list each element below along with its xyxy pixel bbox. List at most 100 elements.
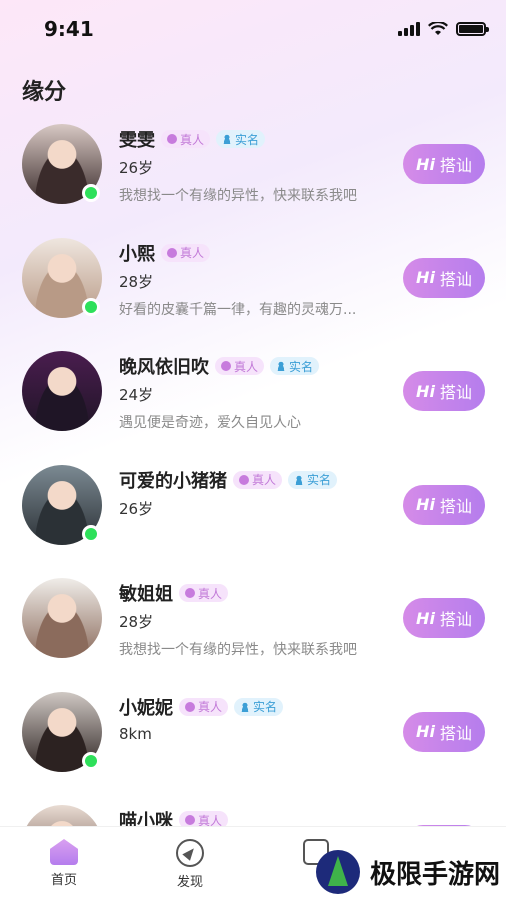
user-name: 雯雯 — [119, 130, 155, 151]
real-person-badge: 真人 — [161, 243, 211, 262]
real-badge-label: 真人 — [180, 132, 205, 147]
greet-button[interactable]: Hi搭讪 — [403, 257, 485, 298]
verified-shield-icon — [185, 815, 195, 825]
hi-label: Hi — [416, 381, 435, 401]
status-time: 9:41 — [44, 17, 94, 41]
real-person-badge: 真人 — [161, 130, 211, 148]
greet-label: 搭讪 — [439, 269, 472, 289]
user-bio: 我想找一个有缘的异性，快来联系我吧 — [119, 188, 357, 204]
hi-label: Hi — [416, 154, 435, 174]
user-age: 28岁 — [119, 613, 154, 631]
tab-home[interactable]: 首页 — [34, 839, 94, 888]
real-name-badge: 实名 — [288, 470, 338, 489]
name-row: 小妮妮 真人 实名 — [119, 694, 284, 720]
real-badge-label: 真人 — [180, 246, 205, 260]
verified-badge-label: 实名 — [235, 132, 260, 147]
user-name: 小妮妮 — [119, 697, 173, 719]
name-row: 敏姐姐 真人 — [119, 580, 229, 606]
greet-label: 搭讪 — [439, 610, 472, 629]
verified-shield-icon — [185, 588, 195, 598]
compass-icon — [176, 839, 204, 867]
real-badge-label: 真人 — [198, 586, 223, 601]
avatar[interactable] — [22, 351, 102, 431]
hi-label: Hi — [416, 495, 435, 514]
list-item[interactable]: 晚风依旧吹 真人 实名 24岁遇见便是奇迹，爱久自见人心 Hi 搭讪 — [0, 347, 506, 461]
greet-button[interactable]: Hi搭讪 — [403, 144, 485, 184]
verified-shield-icon — [239, 474, 249, 485]
online-indicator — [82, 524, 100, 543]
name-row: 小熙 真人 — [119, 240, 211, 266]
tab-discover-label: 发现 — [176, 875, 203, 890]
name-row: 晚风依旧吹 真人 实名 — [119, 353, 320, 379]
list-item[interactable]: 敏姐姐 真人 28岁我想找一个有缘的异性，快来联系我吧 Hi 搭讪 — [0, 574, 506, 688]
greet-button[interactable]: Hi搭讪 — [403, 598, 485, 638]
person-icon — [276, 361, 287, 371]
user-bio: 遇见便是奇迹，爱久自见人心 — [119, 415, 301, 431]
verified-shield-icon — [167, 134, 177, 144]
tab-discover[interactable]: 发现 — [160, 839, 220, 890]
home-icon — [50, 839, 78, 865]
real-badge-label: 真人 — [198, 700, 223, 714]
system-icons — [398, 22, 489, 36]
list-item[interactable]: 小熙 真人 28岁好看的皮囊千篇一律，有趣的灵魂万... Hi 搭讪 — [0, 234, 506, 348]
greet-label: 搭讪 — [439, 496, 472, 516]
name-row: 雯雯 真人 实名 — [119, 126, 266, 152]
user-name: 敏姐姐 — [119, 584, 173, 605]
person-icon — [222, 134, 233, 144]
verified-shield-icon — [221, 361, 231, 371]
watermark: 极限手游网 — [316, 850, 505, 894]
page-title: 缘分 — [22, 80, 67, 105]
person-icon — [240, 701, 251, 712]
greet-label: 搭讪 — [439, 156, 472, 175]
real-person-badge: 真人 — [179, 697, 229, 716]
user-bio: 我想找一个有缘的异性，快来联系我吧 — [119, 642, 357, 658]
real-person-badge: 真人 — [215, 357, 265, 375]
real-person-badge: 真人 — [233, 470, 283, 489]
user-age: 26岁 — [119, 499, 154, 518]
name-row: 可爱的小猪猪 真人 实名 — [119, 467, 338, 493]
wifi-icon — [428, 22, 448, 35]
greet-label: 搭讪 — [439, 383, 472, 402]
user-bio: 好看的皮囊千篇一律，有趣的灵魂万... — [119, 301, 357, 318]
greet-button[interactable]: Hi搭讪 — [403, 371, 485, 411]
online-indicator — [82, 751, 100, 770]
watermark-text: 极限手游网 — [366, 853, 505, 891]
real-badge-label: 真人 — [252, 473, 277, 487]
user-age: 24岁 — [119, 386, 154, 404]
greet-label: 搭讪 — [439, 723, 472, 743]
status-bar: 9:41 — [0, 0, 506, 60]
avatar[interactable] — [22, 578, 102, 658]
list-item[interactable]: 可爱的小猪猪 真人 实名 26岁 Hi 搭讪 — [0, 461, 506, 575]
battery-icon — [456, 22, 489, 36]
list-item[interactable]: 雯雯 真人 实名 26岁我想找一个有缘的异性，快来联系我吧 Hi 搭讪 — [0, 120, 506, 234]
user-name: 可爱的小猪猪 — [119, 470, 227, 492]
verified-shield-icon — [167, 247, 177, 258]
online-indicator — [82, 297, 100, 316]
list-item[interactable]: 小妮妮 真人 实名 8km Hi 搭讪 — [0, 688, 506, 802]
real-name-badge: 实名 — [234, 697, 284, 716]
verified-badge-label: 实名 — [307, 473, 332, 487]
user-age: 26岁 — [119, 159, 154, 177]
real-name-badge: 实名 — [216, 130, 266, 148]
verified-badge-label: 实名 — [253, 700, 278, 714]
user-age: 28岁 — [119, 272, 154, 291]
hi-label: Hi — [416, 268, 435, 287]
online-indicator — [82, 184, 100, 202]
greet-button[interactable]: Hi搭讪 — [403, 484, 485, 525]
tab-home-label: 首页 — [50, 873, 77, 888]
user-list: 雯雯 真人 实名 26岁 我想找一个有缘的异性，快来联系我吧 Hi 搭讪 小熙 真人 28岁 好看的… — [0, 120, 506, 900]
person-icon — [294, 474, 305, 485]
greet-button[interactable]: Hi搭讪 — [403, 711, 485, 752]
watermark-logo-icon — [316, 850, 360, 894]
hi-label: Hi — [416, 722, 435, 741]
verified-badge-label: 实名 — [289, 359, 314, 374]
user-name: 小熙 — [119, 243, 155, 265]
user-name: 晚风依旧吹 — [119, 357, 209, 378]
user-age: 8km — [119, 724, 152, 743]
real-name-badge: 实名 — [270, 357, 320, 375]
hi-label: Hi — [416, 608, 435, 628]
real-person-badge: 真人 — [179, 584, 229, 602]
real-badge-label: 真人 — [234, 359, 259, 374]
verified-shield-icon — [185, 701, 195, 712]
signal-icon — [398, 22, 420, 36]
